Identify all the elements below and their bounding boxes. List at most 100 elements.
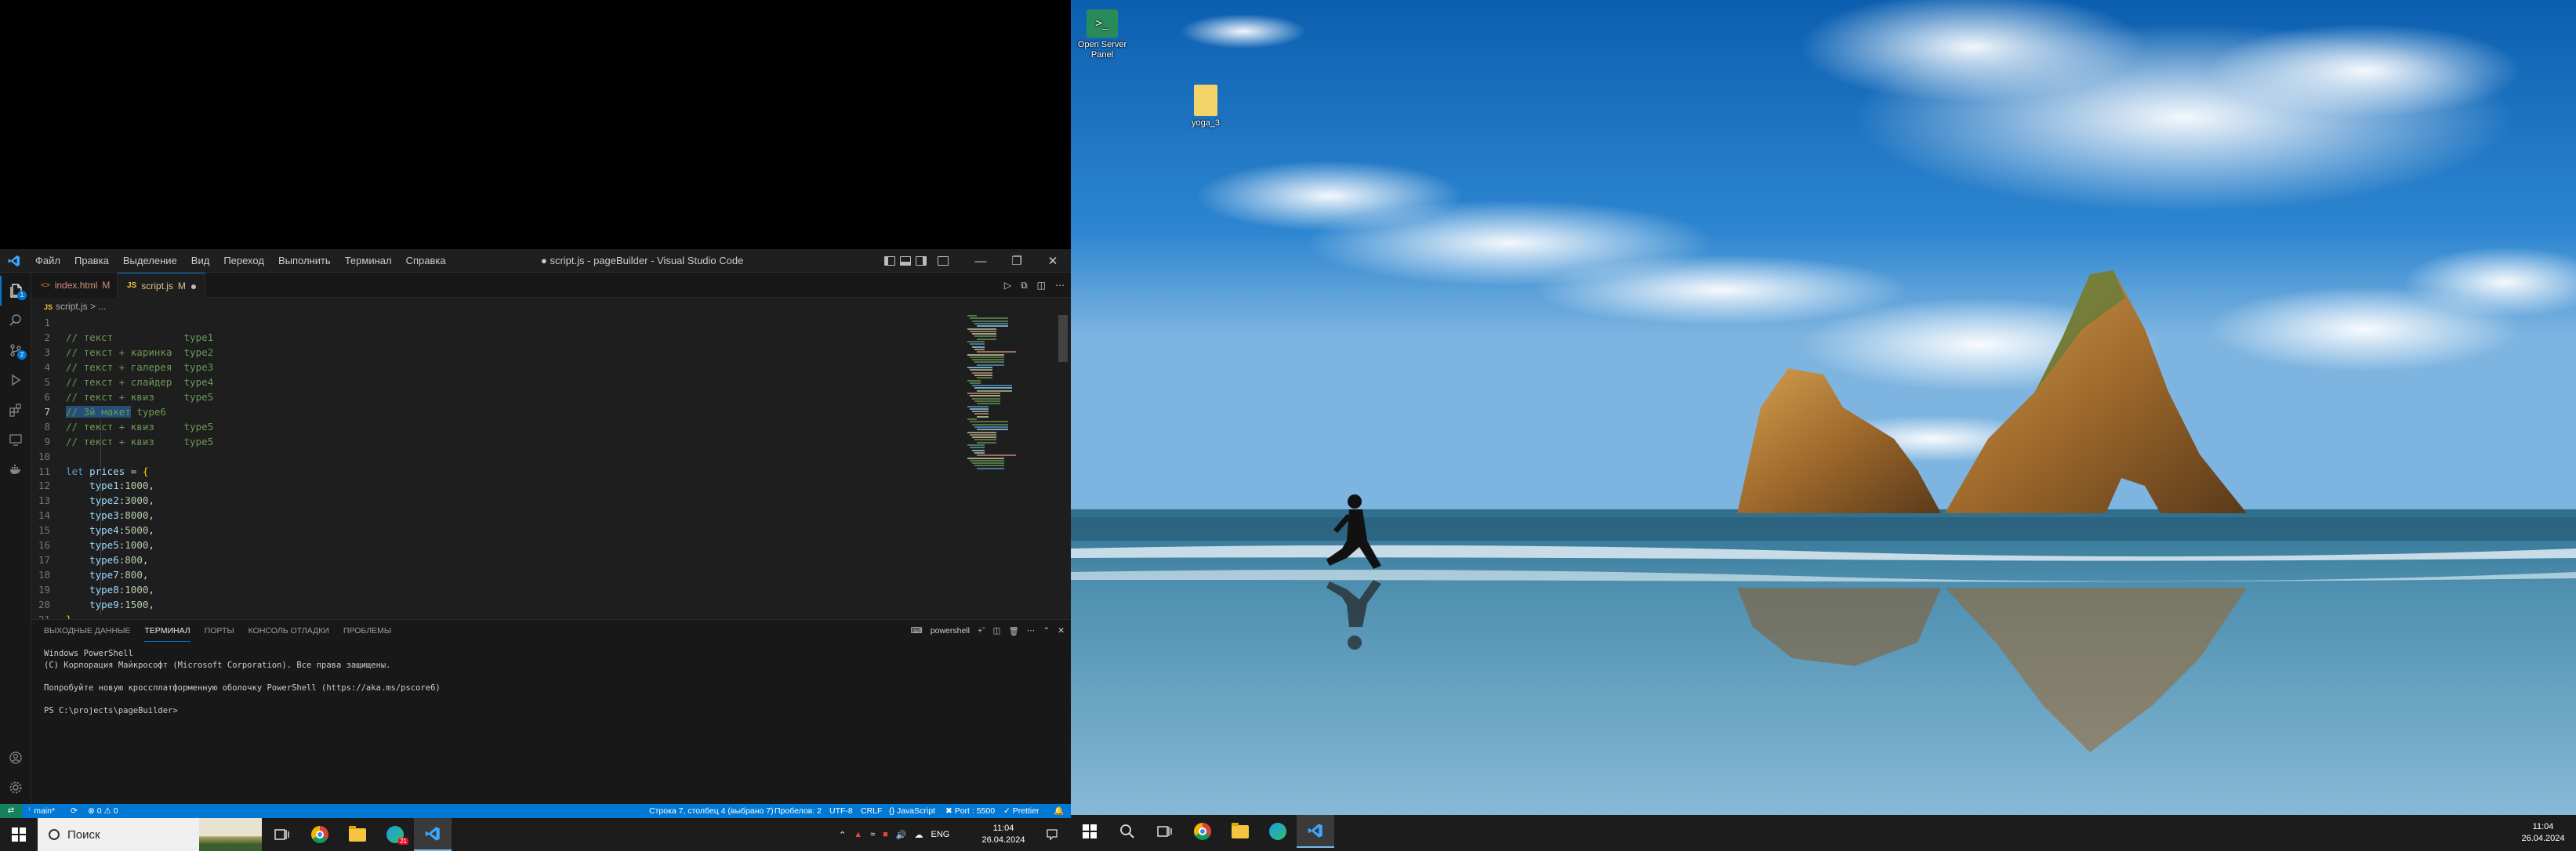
input-language[interactable]: ENG [931,830,950,839]
encoding[interactable]: UTF-8 [829,804,853,818]
code-editor-lower[interactable]: 12 type1:1000, 13 type2:3000, 14 type3:8… [31,478,1071,619]
run-debug-icon[interactable] [0,365,31,395]
minimap-line [974,400,1000,402]
clock-left[interactable]: 11:04 26.04.2024 [972,823,1035,846]
menu-go[interactable]: Переход [216,249,271,273]
minimap-line [967,315,977,317]
taskbar-vscode[interactable] [1297,815,1334,848]
task-view-icon [1157,826,1172,837]
menu-run[interactable]: Выполнить [271,249,338,273]
js-icon: JS [127,281,137,290]
remote-indicator-icon[interactable]: ⇄ [0,804,22,818]
code-editor[interactable]: 1 2// текст type1 3// текст + каринка ty… [31,315,1071,478]
tab-debug-console[interactable]: КОНСОЛЬ ОТЛАДКИ [249,620,329,642]
desktop-icon-yoga[interactable]: yoga_3 [1174,85,1237,129]
onedrive-icon[interactable]: ☁ [915,830,923,840]
extensions-icon[interactable] [0,395,31,425]
minimize-icon[interactable]: — [963,249,999,273]
account-icon[interactable] [0,743,31,773]
indentation[interactable]: Пробелов: 2 [775,804,822,818]
taskbar-search[interactable]: Поиск [38,818,262,851]
close-icon[interactable]: ✕ [1035,249,1071,273]
kill-terminal-icon[interactable]: 🗑 [1009,626,1019,636]
show-hidden-icons-icon[interactable]: ⌃ [839,830,846,840]
taskbar-vscode[interactable] [414,818,452,851]
language-mode[interactable]: {} JavaScript [889,804,935,818]
network-icon[interactable]: ▲ [854,830,862,839]
taskbar-chrome[interactable] [301,818,339,851]
task-view-button[interactable] [1146,815,1184,848]
prettier-status[interactable]: ✓ Prettier [1003,804,1039,818]
tab-ports[interactable]: ПОРТЫ [205,620,234,642]
code-line-10: 10 [38,451,50,462]
notifications-bell-icon[interactable]: 🔔 [1054,804,1064,818]
taskbar-file-explorer[interactable] [339,818,376,851]
window-title: ● script.js - pageBuilder - Visual Studi… [541,255,744,266]
maximize-panel-icon[interactable]: ⌃ [1043,626,1050,636]
start-button[interactable] [0,818,38,851]
sync-icon[interactable]: ⟳ [71,804,78,818]
task-view-button[interactable] [263,818,301,851]
taskbar-edge[interactable] [1259,815,1297,848]
toggle-secondary-sidebar-icon[interactable] [916,256,927,266]
action-center-button[interactable] [1033,818,1071,851]
taskbar-file-explorer[interactable] [1221,815,1259,848]
source-control-icon[interactable]: 2 [0,335,31,365]
editor-scrollbar[interactable] [1058,315,1068,362]
git-branch[interactable]: ᛌ main* [27,804,55,818]
remote-explorer-icon[interactable] [0,425,31,454]
more-actions-icon[interactable]: ⋯ [1027,626,1036,636]
menu-terminal[interactable]: Терминал [338,249,399,273]
search-icon[interactable] [0,306,31,335]
start-button[interactable] [1071,815,1108,848]
desktop-icon-open-server[interactable]: >_ Open Server Panel [1071,9,1134,60]
menu-file[interactable]: Файл [28,249,67,273]
toggle-panel-icon[interactable] [900,256,911,266]
tab-terminal[interactable]: ТЕРМИНАЛ [144,620,190,642]
menu-view[interactable]: Вид [184,249,217,273]
minimap-line [972,371,992,374]
docker-icon[interactable] [0,454,31,484]
clock-right[interactable]: 11:04 26.04.2024 [2513,821,2573,845]
minimap-line [972,397,1000,400]
explorer-icon[interactable]: 1 [0,276,31,306]
wifi-icon[interactable]: ≈ [870,830,875,839]
minimap[interactable] [964,315,1057,478]
taskbar-chrome[interactable] [1184,815,1221,848]
taskbar-edge[interactable]: 21 [376,818,414,851]
breadcrumb[interactable]: JS script.js > ... [31,298,1071,315]
more-actions-icon[interactable]: ⋯ [1055,280,1065,291]
settings-gear-icon[interactable] [0,773,31,802]
cursor-position[interactable]: Строка 7, столбец 4 (выбрано 7) [649,804,774,818]
adobe-icon[interactable]: ■ [883,830,888,839]
minimap-line [967,393,1000,394]
terminal-output[interactable]: Windows PowerShell (C) Корпорация Майкро… [44,648,441,716]
volume-icon[interactable]: 🔊 [896,830,907,840]
menu-help[interactable]: Справка [399,249,453,273]
split-editor-icon[interactable]: ◫ [1037,280,1046,291]
tab-script-js[interactable]: JS script.js M ● [118,273,205,298]
menu-selection[interactable]: Выделение [116,249,184,273]
desktop-icon-label: yoga_3 [1191,118,1221,128]
run-file-icon[interactable]: ▷ [1004,280,1011,291]
restore-icon[interactable]: ❐ [999,249,1035,273]
editor-actions: ▷ ⧉ ◫ ⋯ [1004,273,1065,298]
menu-edit[interactable]: Правка [67,249,116,273]
screen: Файл Правка Выделение Вид Переход Выполн… [0,0,2576,851]
modified-dot-icon[interactable]: ● [190,280,197,292]
tab-index-html[interactable]: <> index.html M [31,273,118,298]
toggle-sidebar-icon[interactable] [884,256,895,266]
live-server-port[interactable]: ✖ Port : 5500 [945,804,995,818]
search-button[interactable] [1108,815,1146,848]
close-panel-icon[interactable]: ✕ [1058,626,1065,636]
split-terminal-icon[interactable]: ◫ [993,626,1001,636]
problems-count[interactable]: ⊗ 0 ⚠ 0 [88,804,118,818]
minimap-line [970,421,1008,423]
open-changes-icon[interactable]: ⧉ [1021,280,1028,292]
tab-output[interactable]: ВЫХОДНЫЕ ДАННЫЕ [44,620,130,642]
line-endings[interactable]: CRLF [861,804,882,818]
shell-name[interactable]: powershell [931,626,970,636]
new-terminal-icon[interactable]: +ˇ [978,626,985,636]
customize-layout-icon[interactable] [938,256,949,266]
tab-problems[interactable]: ПРОБЛЕМЫ [343,620,391,642]
